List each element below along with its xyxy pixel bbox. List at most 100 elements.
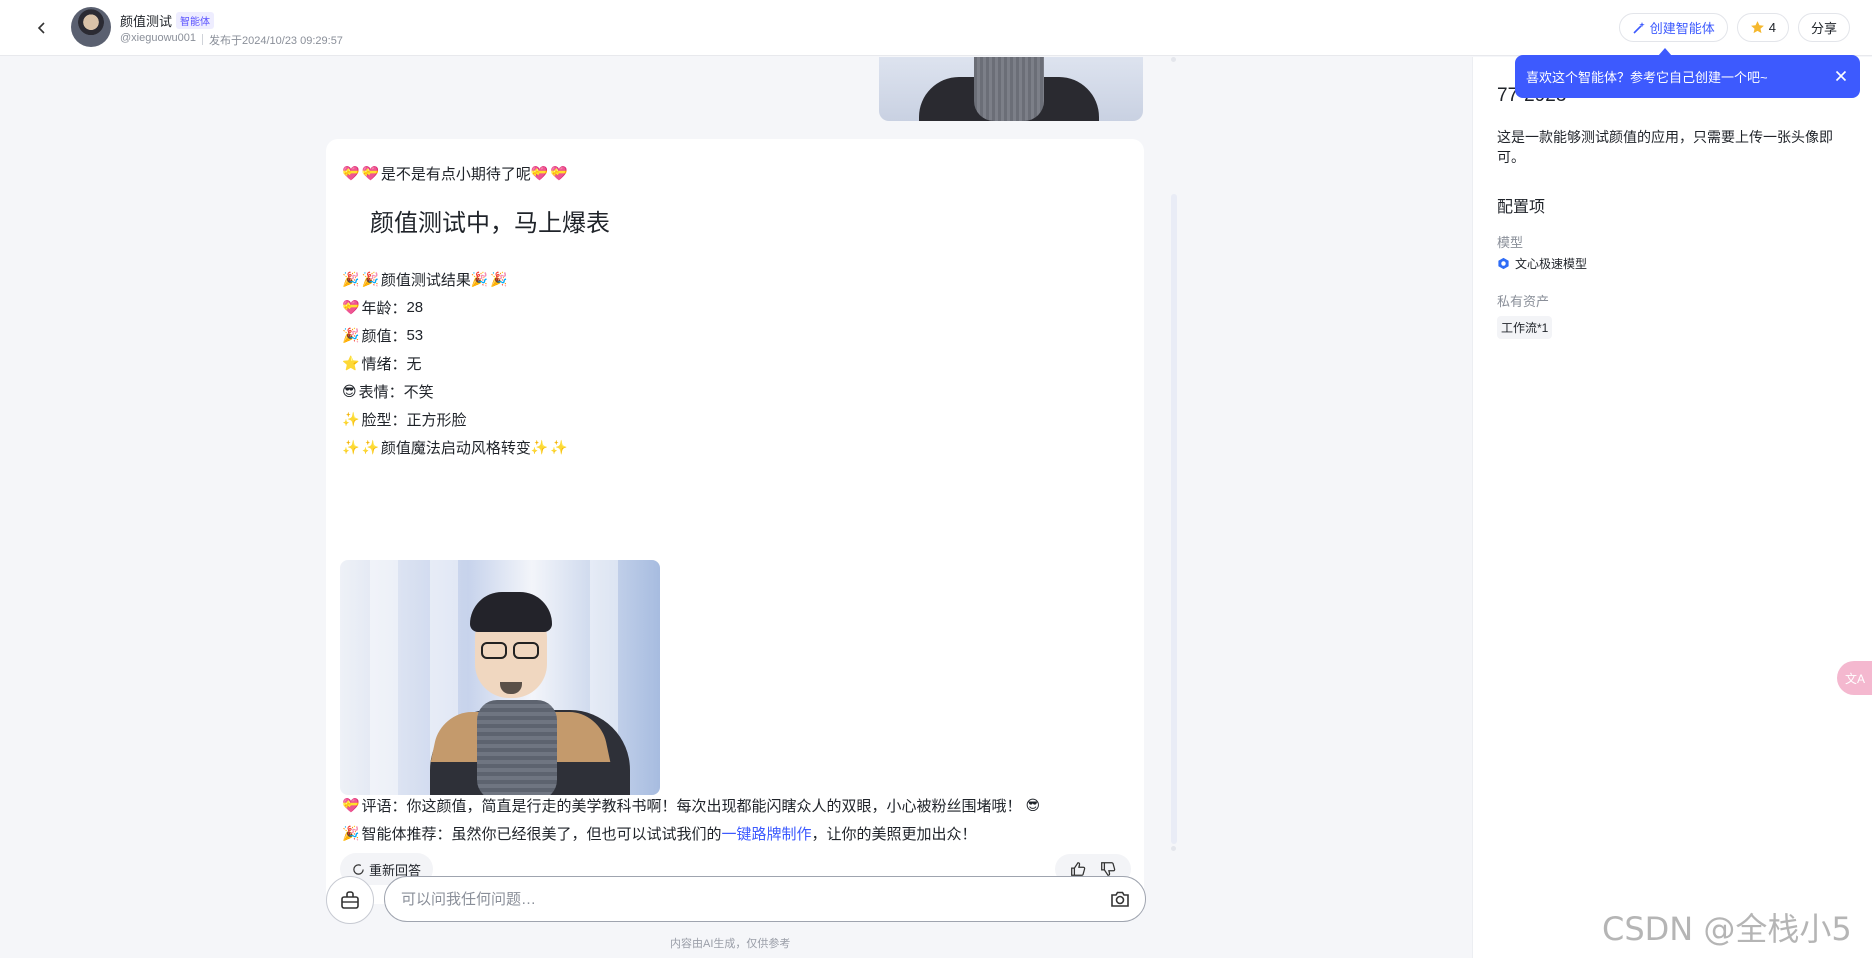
comment-line: 💝 评语：你这颜值，简直是行走的美学教科书啊！每次出现都能闪瞎众人的双眼，小心被… [342,795,1042,816]
chevron-left-icon [37,22,45,34]
result-label: 脸型： [361,412,407,429]
magic-line: ✨ ✨ 颜值魔法启动风格转变 ✨ ✨ [342,437,570,458]
result-value: 不笑 [403,384,434,401]
portrait-hair [470,592,552,632]
publish-date: 发布于2024/10/23 09:29:57 [209,35,343,47]
party-popper-icon: 🎉 [342,271,360,288]
share-button[interactable]: 分享 [1797,13,1850,42]
back-button[interactable] [30,16,54,40]
meta-divider [202,34,203,45]
create-agent-tooltip: 喜欢这个智能体？参考它自己创建一个吧~ [1515,55,1860,98]
csdn-watermark: CSDN @全栈小5 [1602,910,1852,948]
heart-icon: 💝 [550,165,568,182]
recommend-suffix: ，让你的美照更加出众！ [811,826,977,843]
result-item: 😎 表情： 不笑 [342,381,434,402]
recommend-line: 🎉 智能体推荐：虽然你已经很美了，但也可以试试我们的 一键路牌制作 ，让你的美照… [342,823,976,844]
party-popper-icon: 🎉 [361,271,379,288]
camera-button[interactable] [1109,888,1131,915]
agent-description: 这是一款能够测试颜值的应用，只需要上传一张头像即可。 [1497,129,1833,165]
chat-scrollbar[interactable] [1171,194,1177,844]
sparkles-icon: ✨ [361,439,379,456]
result-value: 28 [406,299,424,316]
result-item: ✨ 脸型： 正方形脸 [342,409,466,430]
assets-label: 私有资产 [1497,294,1550,309]
tooltip-close-button[interactable] [1832,67,1850,88]
agent-title: 颜值测试 [120,14,173,29]
intro-line: 💝 💝 是不是有点小期待了呢 💝 💝 [342,163,570,184]
heart-icon: 💝 [342,165,360,182]
ai-disclaimer: 内容由AI生成，仅供参考 [670,938,791,950]
result-label: 情绪： [361,356,407,373]
star-count: 4 [1768,20,1776,35]
sparkles-icon: ✨ [550,439,568,456]
uploaded-photo[interactable] [879,57,1143,121]
create-agent-label: 创建智能体 [1649,21,1715,36]
heart-icon: 💝 [530,165,549,182]
party-popper-icon: 🎉 [342,825,360,842]
model-item: 文心极速模型 [1497,255,1587,272]
chat-input-box [384,876,1146,922]
model-logo-icon [1498,257,1509,270]
result-label: 表情： [358,384,404,401]
result-value: 无 [406,356,422,373]
translate-floating-button[interactable]: 文A [1837,661,1872,695]
portrait-glasses [481,642,507,659]
curtain-fold [370,560,398,795]
agent-badge: 智能体 [176,12,215,29]
portrait-scarf [477,700,557,795]
result-label: 颜值： [361,328,407,345]
portrait-glasses [513,642,539,659]
assistant-message: 💝 💝 是不是有点小期待了呢 💝 💝 颜值测试中，马上爆表 🎉 🎉 颜值测试结果… [326,139,1144,904]
result-title: 颜值测试结果 [380,272,471,289]
recommend-prefix: 智能体推荐：虽然你已经很美了，但也可以试试我们的 [361,826,722,843]
result-value: 正方形脸 [406,412,467,429]
intro-text: 是不是有点小期待了呢 [380,166,531,183]
sparkles-icon: ✨ [530,439,549,456]
party-popper-icon: 🎉 [470,271,489,288]
recommend-link[interactable]: 一键路牌制作 [721,823,811,844]
star-icon [1750,21,1764,34]
sparkles-icon: ✨ [342,411,360,428]
result-label: 年龄： [361,300,407,317]
sparkles-icon: ✨ [342,439,360,456]
author-handle[interactable]: @xieguowu001 [120,32,196,48]
sunglasses-face-icon: 😎 [342,383,357,400]
model-label: 模型 [1497,235,1524,250]
star-icon: ⭐ [342,355,360,372]
result-value: 53 [406,327,424,344]
agent-avatar [71,7,111,47]
scrollbar-cap [1171,57,1176,62]
party-popper-icon: 🎉 [342,327,360,344]
asset-tag[interactable]: 工作流*1 [1497,316,1553,339]
plugin-box-icon [341,891,359,909]
heart-icon: 💝 [342,299,360,316]
scrollbar-cap [1171,846,1176,851]
translate-icon: 文A [1844,671,1865,686]
tools-button[interactable] [326,876,374,924]
magic-wand-icon [1633,21,1645,34]
chat-area: 💝 💝 是不是有点小期待了呢 💝 💝 颜值测试中，马上爆表 🎉 🎉 颜值测试结果… [0,57,1472,958]
tooltip-text: 喜欢这个智能体？参考它自己创建一个吧~ [1526,70,1768,85]
stylized-portrait-image[interactable] [340,560,660,795]
result-item: ⭐ 情绪： 无 [342,353,421,374]
comment-text: 评语：你这颜值，简直是行走的美学教科书啊！每次出现都能闪瞎众人的双眼，小心被粉丝… [361,798,1022,815]
config-title: 配置项 [1497,199,1546,216]
result-item: 💝 年龄： 28 [342,297,423,318]
close-icon [1835,70,1847,82]
model-name: 文心极速模型 [1515,257,1588,271]
result-title-line: 🎉 🎉 颜值测试结果 🎉 🎉 [342,269,510,290]
heart-icon: 💝 [361,165,379,182]
result-item: 🎉 颜值： 53 [342,325,423,346]
magic-text: 颜值魔法启动风格转变 [380,440,531,457]
chat-input[interactable] [401,877,1081,921]
party-popper-icon: 🎉 [490,271,508,288]
create-agent-button[interactable]: 创建智能体 [1618,13,1728,42]
star-button[interactable]: 4 [1736,13,1789,42]
camera-icon [1111,891,1129,907]
sunglasses-face-icon: 😎 [1025,797,1041,814]
share-label: 分享 [1810,21,1837,36]
photo-scarf [974,57,1044,121]
refresh-icon [353,863,364,875]
agent-info-sidebar: 77 2923 这是一款能够测试颜值的应用，只需要上传一张头像即可。 配置项 模… [1472,57,1872,958]
heart-icon: 💝 [342,797,360,814]
